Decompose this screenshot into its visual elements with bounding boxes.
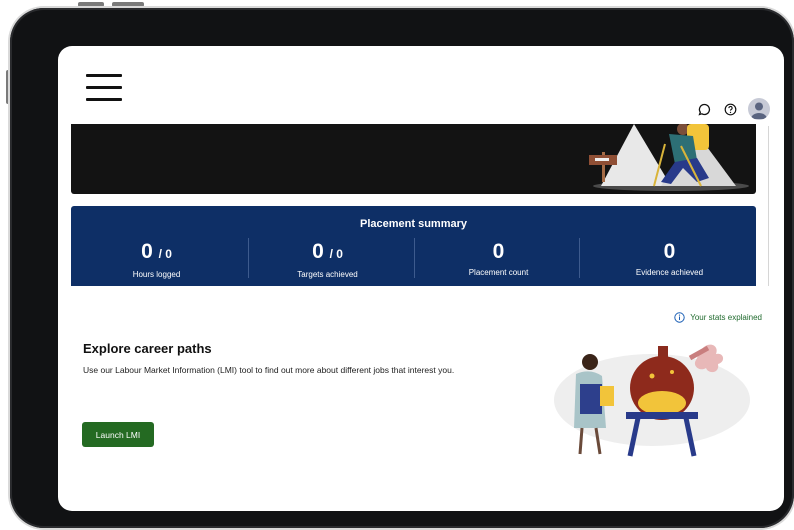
stat-value: 0 — [492, 240, 505, 263]
stat-hours-logged: 0 / 0 Hours logged — [71, 240, 242, 279]
stats-explained-label: Your stats explained — [690, 313, 762, 322]
hero-banner — [71, 124, 756, 194]
user-avatar-icon[interactable] — [748, 98, 770, 120]
stat-value: 0 — [663, 240, 676, 263]
help-icon[interactable] — [722, 101, 738, 117]
scrollbar[interactable] — [768, 126, 769, 286]
launch-lmi-button[interactable]: Launch LMI — [82, 422, 154, 447]
placement-summary-panel: Placement summary 0 / 0 Hours logged 0 /… — [71, 206, 756, 286]
stat-label: Evidence achieved — [635, 268, 704, 277]
hamburger-icon[interactable] — [86, 74, 122, 102]
app-screen: Placement summary 0 / 0 Hours logged 0 /… — [58, 46, 784, 511]
stats-explained-link[interactable]: Your stats explained — [674, 312, 762, 323]
explore-career-description: Use our Labour Market Information (LMI) … — [83, 365, 455, 375]
hiker-illustration — [589, 124, 749, 191]
stat-label: Hours logged — [132, 270, 181, 279]
tablet-frame: Placement summary 0 / 0 Hours logged 0 /… — [10, 8, 794, 528]
stat-suffix: / 0 — [329, 247, 343, 261]
stat-suffix: / 0 — [158, 247, 172, 261]
explore-career-title: Explore career paths — [83, 341, 212, 356]
info-icon — [674, 312, 685, 323]
stat-label: Targets achieved — [297, 270, 358, 279]
stat-value: 0 — [141, 240, 153, 263]
placement-summary-title: Placement summary — [360, 218, 467, 230]
volume-button — [78, 2, 104, 7]
stat-value: 0 — [312, 240, 324, 263]
stat-divider — [579, 238, 580, 278]
stat-label: Placement count — [468, 268, 529, 277]
power-button — [112, 2, 144, 7]
chat-icon[interactable] — [696, 101, 712, 117]
stat-targets-achieved: 0 / 0 Targets achieved — [242, 240, 413, 279]
stat-evidence-achieved: 0 Evidence achieved — [584, 240, 755, 277]
header-actions — [696, 98, 770, 120]
career-lab-illustration — [554, 344, 750, 457]
stat-placement-count: 0 Placement count — [413, 240, 584, 277]
